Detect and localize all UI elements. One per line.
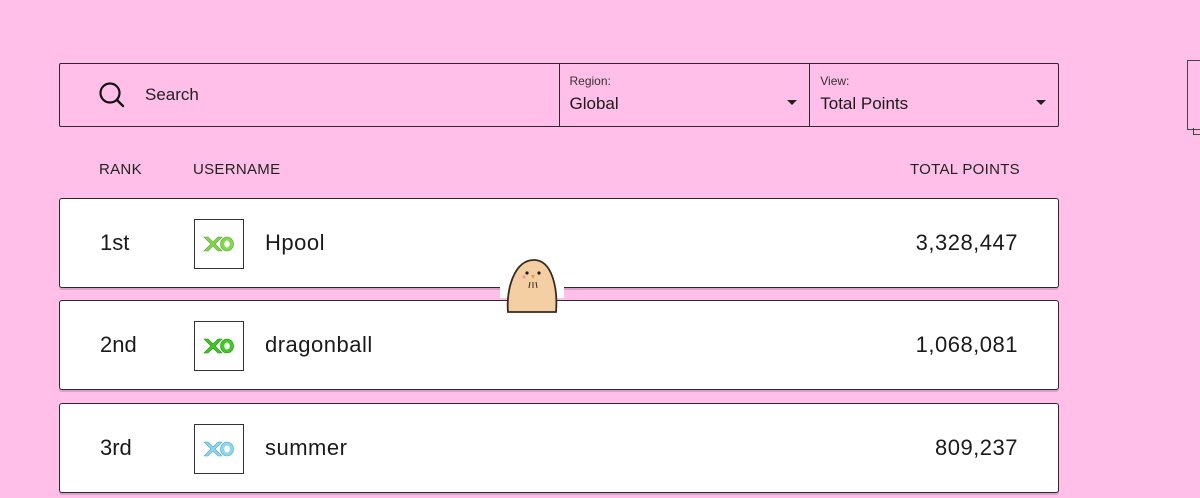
points-cell: 809,237 <box>934 435 1018 460</box>
avatar <box>194 424 244 474</box>
points-cell: 1,068,081 <box>915 332 1018 357</box>
table-row[interactable]: 3rd summer 809,237 <box>59 403 1059 493</box>
xo-logo-icon <box>203 236 234 252</box>
avatar <box>194 219 244 269</box>
view-label: View: <box>820 74 850 88</box>
search-icon <box>99 82 125 108</box>
header-total-points: TOTAL POINTS <box>909 161 1020 178</box>
edge-widget[interactable] <box>1187 60 1200 135</box>
username-cell: Hpool <box>265 230 325 255</box>
username-cell: dragonball <box>265 332 373 357</box>
region-value: Global <box>569 94 619 113</box>
avatar <box>194 321 244 371</box>
filter-bar: Search Region: Global View: Total Points <box>59 63 1059 127</box>
leaderboard-page: Search Region: Global View: Total Points… <box>0 0 1200 498</box>
bird-mascot-icon[interactable] <box>500 250 564 314</box>
view-select[interactable]: View: Total Points <box>809 64 1058 126</box>
region-label: Region: <box>569 74 611 88</box>
xo-logo-icon <box>203 441 234 457</box>
header-username: USERNAME <box>193 161 281 178</box>
search-input[interactable]: Search <box>60 64 560 126</box>
rank-cell: 3rd <box>100 435 132 460</box>
region-select[interactable]: Region: Global <box>560 64 810 126</box>
rank-cell: 1st <box>100 230 130 255</box>
points-cell: 3,328,447 <box>915 230 1018 255</box>
view-value: Total Points <box>820 94 909 113</box>
rank-cell: 2nd <box>100 332 137 357</box>
username-cell: summer <box>265 435 348 460</box>
chevron-down-icon <box>1036 100 1046 105</box>
chevron-down-icon <box>787 100 798 105</box>
search-label: Search <box>145 85 199 104</box>
xo-logo-icon <box>203 338 234 354</box>
header-rank: RANK <box>99 161 142 178</box>
